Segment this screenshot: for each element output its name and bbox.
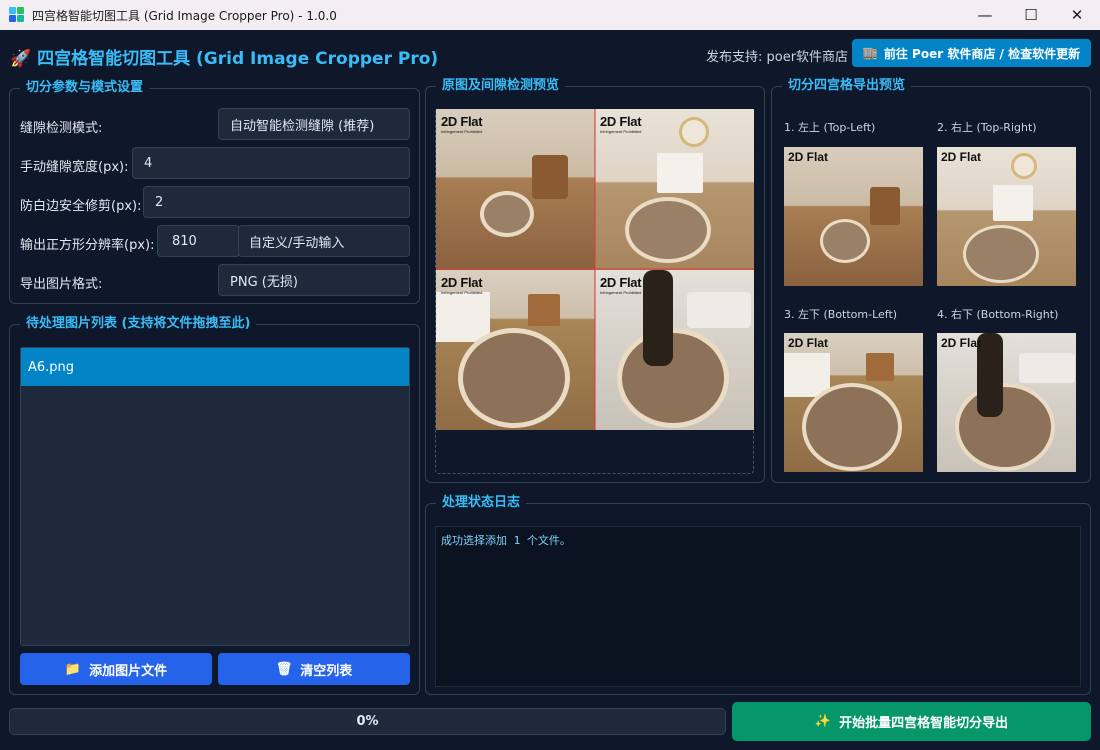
- add-files-button[interactable]: 📁 添加图片文件: [20, 653, 212, 685]
- rug-shape: [802, 383, 902, 471]
- maximize-icon: ☐: [1024, 6, 1038, 24]
- file-list-group-title: 待处理图片列表 (支持将文件拖拽至此): [20, 316, 257, 332]
- file-list-group: 待处理图片列表 (支持将文件拖拽至此) A6.png 📁 添加图片文件 🗑 清空…: [9, 316, 420, 695]
- maximize-button[interactable]: ☐: [1008, 0, 1054, 30]
- source-cell-top-right: 2D Flat Infringement Prohibited: [595, 109, 754, 270]
- thumb-top-right: 2D Flat: [937, 147, 1076, 286]
- thumb-bottom-left: 2D Flat: [784, 333, 923, 472]
- mirror-shape: [679, 117, 709, 147]
- store-update-button[interactable]: 🏬 前往 Poer 软件商店 / 检查软件更新: [852, 39, 1091, 67]
- export-preview-group: 切分四宫格导出预览 1. 左上 (Top-Left) 2. 右上 (Top-Ri…: [771, 78, 1091, 483]
- thumb-label-bottom-right: 4. 右下 (Bottom-Right): [937, 308, 1059, 321]
- minimize-button[interactable]: —: [962, 0, 1008, 30]
- sofa-shape: [687, 291, 751, 328]
- trim-label: 防白边安全修剪(px):: [20, 199, 142, 214]
- thumb-label-top-right: 2. 右上 (Top-Right): [937, 121, 1037, 134]
- progress-label: 0%: [356, 714, 379, 729]
- log-output[interactable]: 成功选择添加 1 个文件。: [435, 526, 1081, 687]
- vanity-shape: [993, 185, 1033, 221]
- chair-shape: [532, 155, 568, 199]
- store-icon: 🏬: [862, 46, 878, 60]
- watermark-text: 2D Flat Infringement Prohibited: [441, 274, 483, 295]
- sofa-shape: [1019, 353, 1075, 383]
- format-label: 导出图片格式:: [20, 277, 103, 292]
- source-cell-top-left: 2D Flat Infringement Prohibited: [436, 109, 595, 270]
- store-update-label: 前往 Poer 软件商店 / 检查软件更新: [883, 46, 1081, 61]
- resolution-label: 输出正方形分辨率(px):: [20, 238, 155, 253]
- rug-shape: [617, 327, 729, 428]
- app-title: 🚀 四宫格智能切图工具 (Grid Image Cropper Pro): [10, 44, 438, 69]
- watermark-text: 2D Flat Infringement Prohibited: [600, 114, 642, 134]
- gap-mode-select[interactable]: 自动智能检测缝隙 (推荐): [218, 108, 410, 140]
- trash-icon: 🗑: [275, 661, 293, 677]
- window-title: 四宫格智能切图工具 (Grid Image Cropper Pro) - 1.0…: [32, 9, 337, 23]
- format-select[interactable]: PNG (无损): [218, 264, 410, 296]
- progress-bar: 0%: [9, 708, 726, 735]
- start-batch-export-label: 开始批量四宫格智能切分导出: [839, 716, 1009, 731]
- window-titlebar: 四宫格智能切图工具 (Grid Image Cropper Pro) - 1.0…: [0, 0, 1100, 30]
- log-line: 成功选择添加 1 个文件。: [441, 534, 571, 547]
- folder-icon: 📁: [64, 661, 82, 677]
- log-group-title: 处理状态日志: [436, 495, 527, 511]
- watermark-text: 2D Flat Infringement Prohibited: [441, 114, 483, 134]
- source-cell-bottom-right: 2D Flat Infringement Prohibited: [595, 269, 754, 430]
- legs-shape: [643, 269, 673, 366]
- watermark-text: 2D Flat: [941, 150, 982, 164]
- gap-width-label: 手动缝隙宽度(px):: [20, 160, 129, 175]
- log-group: 处理状态日志 成功选择添加 1 个文件。: [425, 495, 1091, 695]
- rug-shape: [625, 197, 711, 263]
- settings-group-title: 切分参数与模式设置: [20, 80, 150, 96]
- vanity-shape: [657, 153, 703, 193]
- watermark-text: 2D Flat: [788, 336, 829, 350]
- detected-gap-horizontal: [436, 268, 754, 270]
- gap-width-input[interactable]: 4: [132, 147, 410, 179]
- app-window-icon: [9, 7, 24, 22]
- gap-mode-label: 缝隙检测模式:: [20, 121, 103, 136]
- chair-shape: [870, 187, 900, 225]
- file-listbox[interactable]: A6.png: [20, 347, 410, 646]
- thumb-top-left: 2D Flat: [784, 147, 923, 286]
- start-batch-export-button[interactable]: ✨ 开始批量四宫格智能切分导出: [732, 702, 1091, 741]
- rug-shape: [963, 225, 1039, 283]
- minimize-icon: —: [977, 6, 993, 24]
- source-image-preview: 2D Flat Infringement Prohibited 2D Flat In…: [436, 109, 754, 430]
- add-files-label: 添加图片文件: [89, 663, 168, 679]
- rug-shape: [820, 219, 870, 263]
- resolution-input[interactable]: 810: [157, 225, 240, 257]
- resolution-mode-select[interactable]: 自定义/手动输入: [238, 225, 410, 257]
- mirror-shape: [1011, 153, 1037, 179]
- clear-list-label: 清空列表: [300, 663, 353, 679]
- app-title-text: 四宫格智能切图工具 (Grid Image Cropper Pro): [37, 49, 439, 69]
- rug-shape: [458, 327, 570, 428]
- source-preview-group-title: 原图及间隙检测预览: [436, 78, 566, 94]
- nightstand-shape: [528, 293, 560, 326]
- list-item[interactable]: A6.png: [21, 348, 409, 386]
- sparkles-icon: ✨: [814, 714, 832, 729]
- close-button[interactable]: ✕: [1054, 0, 1100, 30]
- source-preview-group: 原图及间隙检测预览 2D Flat Infringement Prohibited…: [425, 78, 765, 483]
- close-icon: ✕: [1070, 6, 1084, 24]
- nightstand-shape: [866, 353, 894, 381]
- clear-list-button[interactable]: 🗑 清空列表: [218, 653, 410, 685]
- rocket-icon: 🚀: [10, 49, 32, 69]
- thumb-bottom-right: 2D Flat: [937, 333, 1076, 472]
- settings-group: 切分参数与模式设置 缝隙检测模式: 自动智能检测缝隙 (推荐) 手动缝隙宽度(p…: [9, 80, 420, 304]
- rug-shape: [955, 383, 1055, 471]
- trim-input[interactable]: 2: [143, 186, 410, 218]
- thumb-label-top-left: 1. 左上 (Top-Left): [784, 121, 876, 134]
- watermark-text: 2D Flat: [788, 150, 829, 164]
- source-cell-bottom-left: 2D Flat Infringement Prohibited: [436, 269, 595, 430]
- publisher-label: 发布支持: poer软件商店: [706, 50, 849, 65]
- watermark-text: 2D Flat Infringement Prohibited: [600, 274, 642, 295]
- thumb-label-bottom-left: 3. 左下 (Bottom-Left): [784, 308, 898, 321]
- watermark-text: 2D Flat: [941, 336, 982, 350]
- bed-shape: [436, 291, 490, 342]
- export-preview-group-title: 切分四宫格导出预览: [782, 78, 912, 94]
- rug-shape: [480, 191, 534, 237]
